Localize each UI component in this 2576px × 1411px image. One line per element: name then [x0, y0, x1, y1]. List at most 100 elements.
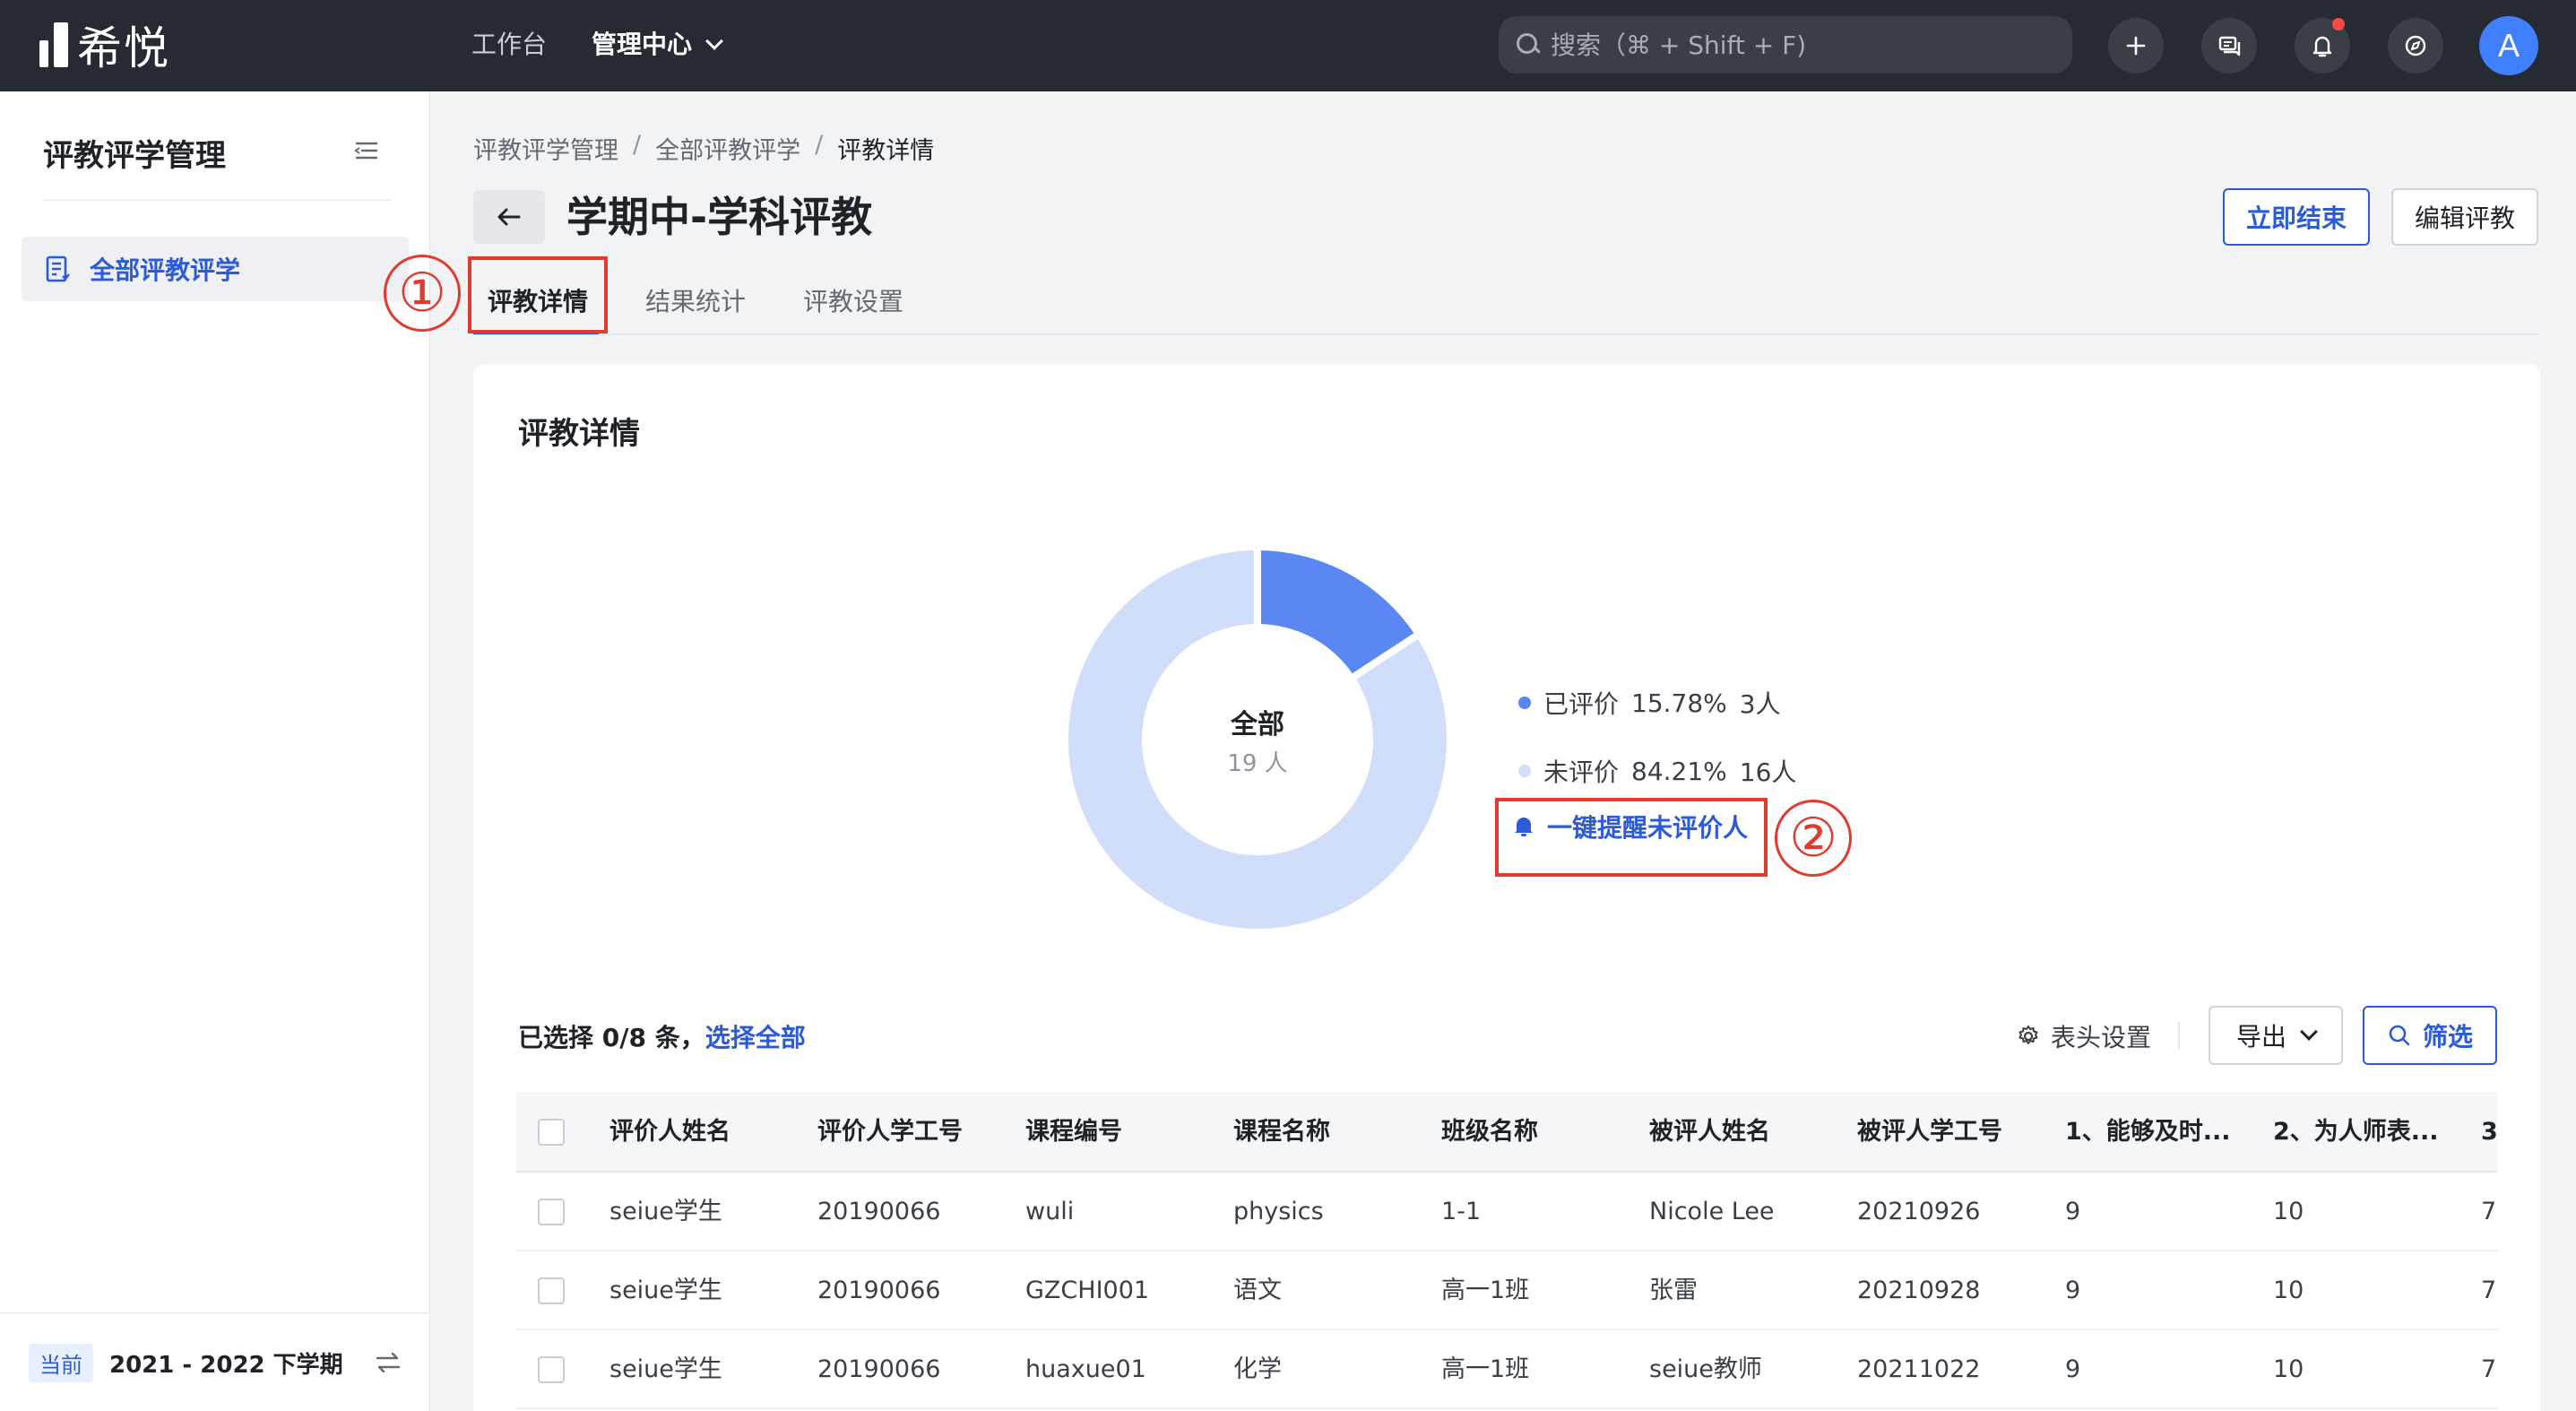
tab-result-statistics[interactable]: 结果统计 — [645, 280, 746, 325]
plus-icon — [2126, 36, 2146, 56]
table-cell: 20210928 — [1857, 1277, 1981, 1304]
column-header[interactable]: 1、能够及时... — [2065, 1092, 2231, 1173]
table-cell: Nicole Lee — [1649, 1198, 1775, 1225]
table-cell: 7 — [2481, 1277, 2497, 1304]
annotation-highlight-2 — [1495, 798, 1768, 877]
breadcrumb-separator: / — [815, 131, 824, 159]
column-settings-button[interactable]: 表头设置 — [2017, 1018, 2151, 1054]
legend-percent: 15.78% — [1631, 688, 1727, 718]
breadcrumb-item[interactable]: 评教评学管理 — [473, 131, 618, 166]
table-cell: seiue学生 — [609, 1355, 722, 1383]
completion-donut-chart: 全部 19 人 — [1068, 550, 1447, 929]
term-switcher[interactable]: 当前 2021 - 2022 下学期 — [0, 1312, 430, 1411]
add-button[interactable] — [2108, 18, 2164, 74]
swap-icon[interactable] — [375, 1350, 402, 1375]
evaluation-details-card: 评教详情 全部 19 人 已评价 15.78% 3人 未评价 84.21% 16… — [473, 364, 2540, 1411]
table-cell: huaxue01 — [1025, 1355, 1146, 1383]
breadcrumb-separator: / — [633, 131, 642, 159]
global-search[interactable] — [1499, 16, 2072, 74]
column-header[interactable]: 3 — [2481, 1092, 2497, 1173]
table-cell: 20190066 — [817, 1277, 941, 1304]
table-cell: 7 — [2481, 1355, 2497, 1383]
annotation-highlight-1 — [468, 256, 608, 333]
table-cell: 20190066 — [817, 1198, 941, 1225]
row-checkbox[interactable] — [538, 1356, 565, 1383]
table-row[interactable]: seiue学生 20190066 wuli physics 1-1 Nicole… — [516, 1173, 2497, 1251]
filter-label: 筛选 — [2422, 1022, 2473, 1052]
legend-evaluated: 已评价 15.78% 3人 — [1518, 685, 1781, 721]
compass-icon — [2405, 35, 2426, 56]
table-cell: seiue学生 — [609, 1277, 722, 1304]
table-cell: 语文 — [1233, 1277, 1282, 1304]
sidebar-item-all-evaluations[interactable]: 全部评教评学 — [22, 237, 409, 301]
back-button[interactable] — [473, 190, 545, 244]
row-checkbox[interactable] — [538, 1277, 565, 1304]
tab-evaluation-settings[interactable]: 评教设置 — [803, 280, 903, 325]
column-header[interactable]: 课程名称 — [1233, 1092, 1330, 1173]
notifications-button[interactable] — [2295, 18, 2350, 74]
logo-text: 希悦 — [77, 22, 170, 74]
nav-admin-center[interactable]: 管理中心 — [592, 25, 723, 65]
column-header[interactable]: 评价人学工号 — [817, 1092, 963, 1173]
table-cell: 20210926 — [1857, 1198, 1981, 1225]
legend-count: 3人 — [1739, 689, 1781, 719]
annotation-marker-1: ① — [384, 255, 461, 332]
breadcrumb: 评教评学管理 / 全部评教评学 / 评教详情 — [473, 131, 934, 166]
nav-workbench[interactable]: 工作台 — [471, 25, 547, 65]
table-cell: 9 — [2065, 1198, 2081, 1225]
table-cell: seiue教师 — [1649, 1355, 1762, 1383]
row-checkbox[interactable] — [538, 1199, 565, 1225]
messages-button[interactable] — [2201, 18, 2257, 74]
top-nav: 工作台 管理中心 — [471, 25, 723, 65]
logo-mark-icon — [39, 22, 68, 67]
end-now-button[interactable]: 立即结束 — [2223, 188, 2370, 246]
collapse-sidebar-icon[interactable] — [353, 140, 378, 161]
tab-bar: 评教详情 结果统计 评教设置 — [473, 269, 2538, 335]
current-term-badge: 当前 — [29, 1343, 93, 1382]
table-cell: 10 — [2273, 1355, 2304, 1383]
legend-count: 16人 — [1739, 757, 1797, 787]
table-cell: 9 — [2065, 1355, 2081, 1383]
chevron-down-icon — [705, 32, 723, 50]
table-row[interactable]: seiue学生 20190066 huaxue01 化学 高一1班 seiue教… — [516, 1330, 2497, 1409]
column-header[interactable]: 被评人学工号 — [1857, 1092, 2002, 1173]
gear-icon — [2018, 1026, 2038, 1044]
toolbar-divider — [2178, 1022, 2180, 1049]
column-header[interactable]: 评价人姓名 — [609, 1092, 730, 1173]
app-logo[interactable]: 希悦 — [39, 20, 170, 74]
donut-center-count: 19 人 — [1227, 750, 1287, 777]
breadcrumb-item[interactable]: 全部评教评学 — [655, 131, 800, 166]
table-cell: 张雷 — [1649, 1277, 1698, 1304]
edit-evaluation-button[interactable]: 编辑评教 — [2391, 188, 2538, 246]
search-input[interactable] — [1551, 30, 2053, 60]
select-all-checkbox[interactable] — [538, 1119, 565, 1146]
page-title: 学期中-学科评教 — [566, 193, 873, 241]
apps-button[interactable] — [2388, 18, 2443, 74]
donut-center-label: 全部 — [1230, 709, 1284, 740]
arrow-left-icon — [497, 208, 521, 226]
filter-button[interactable]: 筛选 — [2363, 1006, 2497, 1065]
table-row[interactable]: seiue学生 20190066 GZCHI001 语文 高一1班 张雷 202… — [516, 1251, 2497, 1330]
legend-not-evaluated: 未评价 84.21% 16人 — [1518, 753, 1796, 789]
table-cell: seiue学生 — [609, 1198, 722, 1225]
notification-dot — [2332, 18, 2345, 30]
selected-count-text: 已选择 0/8 条， — [518, 1023, 705, 1052]
user-avatar[interactable]: A — [2479, 16, 2538, 75]
table-cell: wuli — [1025, 1198, 1075, 1225]
legend-dot — [1518, 765, 1531, 777]
column-header[interactable]: 被评人姓名 — [1649, 1092, 1770, 1173]
export-label: 导出 — [2235, 1022, 2286, 1052]
column-header[interactable]: 班级名称 — [1441, 1092, 1538, 1173]
document-list-icon — [46, 255, 70, 282]
table-cell: 高一1班 — [1441, 1355, 1530, 1383]
table-cell: 20190066 — [817, 1355, 941, 1383]
nav-admin-center-label: 管理中心 — [592, 30, 693, 59]
select-all-link[interactable]: 选择全部 — [705, 1023, 806, 1052]
column-header[interactable]: 课程编号 — [1025, 1092, 1122, 1173]
card-title: 评教详情 — [518, 416, 640, 452]
legend-label: 未评价 — [1543, 757, 1620, 787]
export-dropdown[interactable]: 导出 — [2209, 1006, 2343, 1065]
table-cell: 10 — [2273, 1277, 2304, 1304]
column-header[interactable]: 2、为人师表... — [2273, 1092, 2439, 1173]
breadcrumb-current: 评教详情 — [837, 137, 935, 165]
